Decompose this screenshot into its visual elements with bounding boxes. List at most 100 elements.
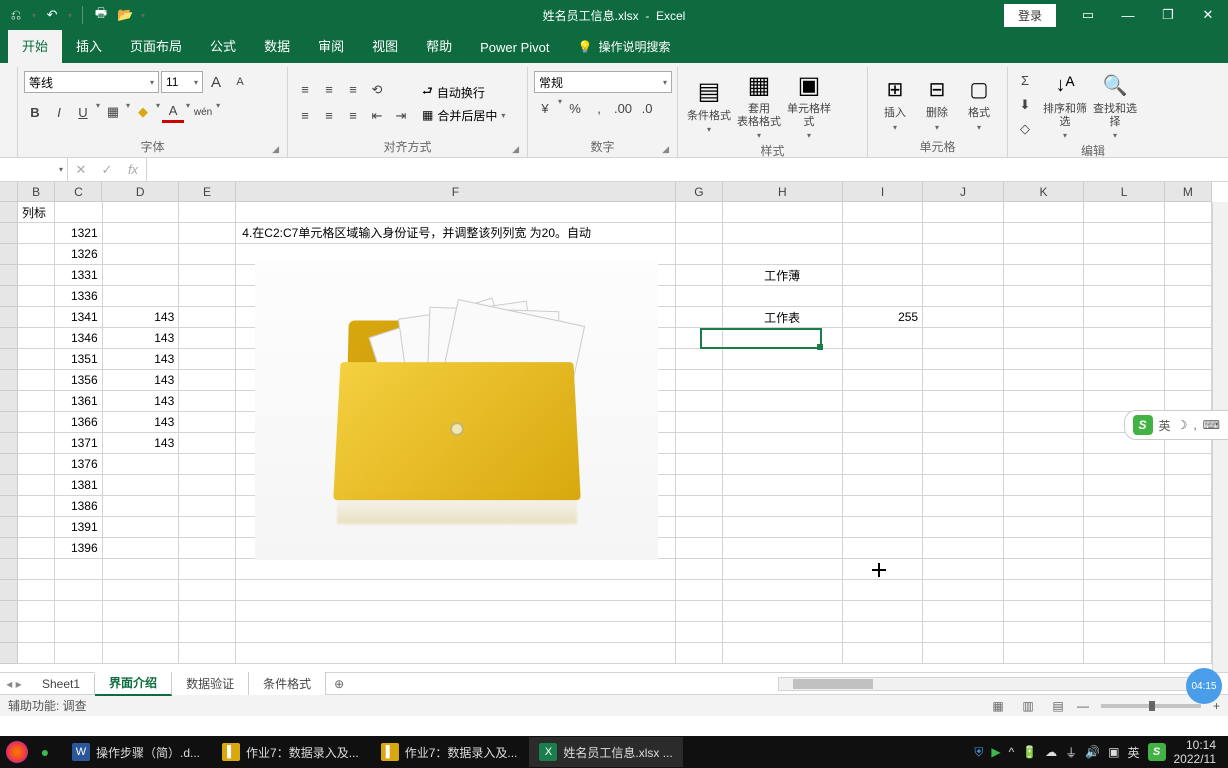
restore-icon[interactable]: ❐	[1148, 0, 1188, 30]
cell[interactable]	[236, 202, 675, 223]
taskbar-folder2[interactable]: ▌作业7：数据录入及...	[371, 737, 528, 767]
cell[interactable]	[676, 601, 723, 622]
add-sheet-button[interactable]: ⊕	[326, 677, 352, 691]
row-header[interactable]	[0, 223, 17, 244]
tab-insert[interactable]: 插入	[62, 28, 116, 63]
cell[interactable]	[1004, 475, 1085, 496]
name-box[interactable]: ▾	[0, 158, 68, 181]
cell[interactable]	[1004, 643, 1085, 664]
cell[interactable]	[18, 622, 55, 643]
cell[interactable]: 143	[103, 370, 180, 391]
cell[interactable]	[236, 580, 675, 601]
cell[interactable]	[179, 643, 236, 664]
cell[interactable]	[1004, 286, 1085, 307]
qat-dd3[interactable]: ▾	[141, 11, 145, 20]
cell[interactable]	[18, 349, 55, 370]
cell[interactable]: 143	[103, 328, 180, 349]
undo-icon[interactable]: ↶	[44, 7, 60, 23]
merge-center-button[interactable]: 合并后居中	[437, 107, 497, 124]
cell[interactable]: 工作表	[723, 307, 843, 328]
cell[interactable]	[1004, 202, 1085, 223]
cell[interactable]	[1084, 517, 1165, 538]
cell[interactable]	[1165, 559, 1212, 580]
cell[interactable]	[1004, 538, 1085, 559]
cell[interactable]	[1165, 580, 1212, 601]
cell[interactable]	[723, 454, 843, 475]
cell[interactable]	[1084, 538, 1165, 559]
cell[interactable]	[18, 517, 55, 538]
cell[interactable]	[1084, 286, 1165, 307]
cell[interactable]	[1084, 202, 1165, 223]
cell[interactable]	[1165, 496, 1212, 517]
autosum-icon[interactable]: Σ	[1014, 70, 1036, 92]
cell[interactable]	[676, 223, 723, 244]
merge-icon[interactable]: ▦	[422, 108, 433, 122]
cell[interactable]	[1084, 223, 1165, 244]
cell[interactable]	[55, 622, 102, 643]
cell[interactable]	[103, 223, 180, 244]
cell[interactable]	[843, 538, 924, 559]
cell[interactable]	[179, 538, 236, 559]
cell[interactable]	[1084, 643, 1165, 664]
cell[interactable]	[1165, 349, 1212, 370]
cell[interactable]	[103, 643, 180, 664]
col-header-I[interactable]: I	[843, 182, 924, 201]
cell[interactable]	[55, 580, 102, 601]
align-left-icon[interactable]: ≡	[294, 105, 316, 127]
cell[interactable]: 4.在C2:C7单元格区域输入身份证号，并调整该列列宽 为20。自动	[236, 223, 675, 244]
align-right-icon[interactable]: ≡	[342, 105, 364, 127]
cell[interactable]	[843, 202, 924, 223]
cell[interactable]	[923, 370, 1004, 391]
cell[interactable]	[843, 328, 924, 349]
qat-dd2[interactable]: ▾	[68, 11, 72, 20]
taskbar-folder1[interactable]: ▌作业7：数据录入及...	[212, 737, 369, 767]
cell[interactable]: 255	[843, 307, 924, 328]
cell[interactable]	[103, 202, 180, 223]
row-header[interactable]	[0, 496, 17, 517]
cell[interactable]	[1004, 622, 1085, 643]
tray-volume-icon[interactable]: 🔊	[1085, 745, 1100, 759]
italic-button[interactable]: I	[48, 101, 70, 123]
cell[interactable]	[1165, 244, 1212, 265]
cell[interactable]	[1165, 370, 1212, 391]
cell[interactable]	[923, 349, 1004, 370]
cell[interactable]: 1396	[55, 538, 102, 559]
ribbon-options-icon[interactable]: ▭	[1068, 0, 1108, 30]
number-format-select[interactable]: 常规▾	[534, 71, 672, 93]
cell[interactable]	[103, 538, 180, 559]
col-header-F[interactable]: F	[236, 182, 676, 201]
dec-decimal-icon[interactable]: .0	[636, 97, 658, 119]
cell[interactable]	[843, 412, 924, 433]
cell[interactable]	[1084, 391, 1165, 412]
col-header-B[interactable]: B	[18, 182, 55, 201]
cell[interactable]	[18, 475, 55, 496]
cell[interactable]	[18, 286, 55, 307]
cell[interactable]	[103, 580, 180, 601]
cell[interactable]	[179, 328, 236, 349]
cell[interactable]	[843, 433, 924, 454]
cell[interactable]	[723, 580, 843, 601]
cell[interactable]	[1165, 538, 1212, 559]
quickprint-icon[interactable]: 🖶	[93, 7, 109, 23]
cell[interactable]	[1084, 475, 1165, 496]
cell[interactable]	[923, 328, 1004, 349]
cell[interactable]	[179, 496, 236, 517]
cell[interactable]	[179, 223, 236, 244]
cell[interactable]: 1326	[55, 244, 102, 265]
cell[interactable]	[103, 265, 180, 286]
row-header[interactable]	[0, 580, 17, 601]
cell[interactable]	[1084, 328, 1165, 349]
cell[interactable]	[723, 643, 843, 664]
cell[interactable]	[676, 265, 723, 286]
cell[interactable]	[723, 286, 843, 307]
cell[interactable]	[923, 517, 1004, 538]
align-launcher-icon[interactable]: ◢	[512, 144, 519, 155]
cell[interactable]	[103, 286, 180, 307]
horizontal-scrollbar[interactable]	[778, 677, 1208, 691]
cell[interactable]	[179, 286, 236, 307]
cell[interactable]	[676, 559, 723, 580]
taskbar-excel[interactable]: X姓名员工信息.xlsx ...	[529, 737, 682, 767]
cell[interactable]	[179, 370, 236, 391]
cell[interactable]	[236, 643, 675, 664]
cell[interactable]	[18, 538, 55, 559]
